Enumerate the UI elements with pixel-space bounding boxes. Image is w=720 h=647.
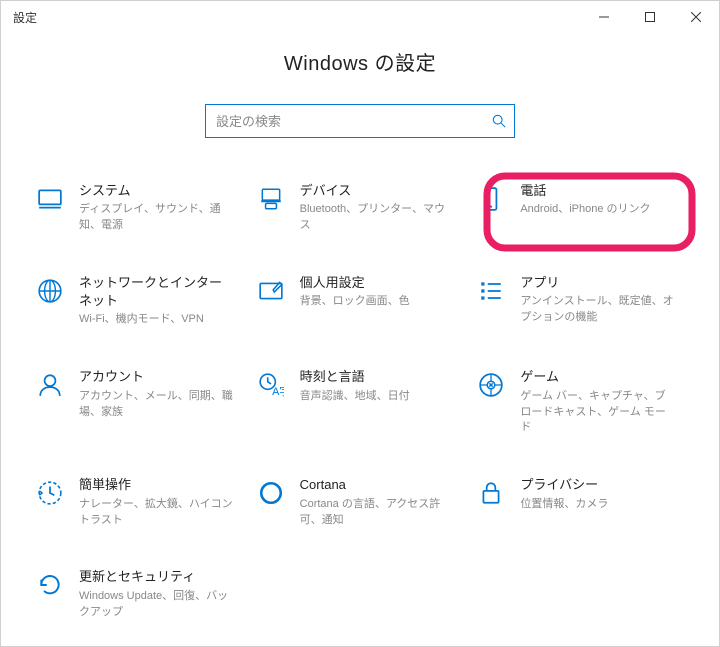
category-desc: 位置情報、カメラ — [520, 497, 608, 513]
category-apps[interactable]: アプリ アンインストール、既定値、オプションの機能 — [468, 262, 689, 340]
close-button[interactable] — [673, 1, 719, 33]
category-title: 電話 — [520, 182, 650, 200]
category-desc: 音声認識、地域、日付 — [300, 389, 410, 405]
category-desc: ゲーム バー、キャプチャ、ブロードキャスト、ゲーム モード — [520, 389, 675, 437]
maximize-icon — [645, 12, 655, 22]
category-title: 個人用設定 — [300, 274, 410, 292]
maximize-button[interactable] — [627, 1, 673, 33]
category-update-security[interactable]: 更新とセキュリティ Windows Update、回復、バックアップ — [27, 556, 248, 632]
category-desc: 背景、ロック画面、色 — [300, 294, 410, 310]
category-title: ゲーム — [520, 368, 675, 386]
category-devices[interactable]: デバイス Bluetooth、プリンター、マウス — [248, 170, 469, 246]
minimize-button[interactable] — [581, 1, 627, 33]
window-title: 設定 — [13, 9, 581, 26]
category-title: プライバシー — [520, 476, 608, 494]
category-title: ネットワークとインターネット — [79, 274, 234, 310]
titlebar-controls — [581, 1, 719, 33]
page-title: Windows の設定 — [1, 47, 719, 76]
category-desc: Bluetooth、プリンター、マウス — [300, 202, 455, 234]
category-gaming[interactable]: ゲーム ゲーム バー、キャプチャ、ブロードキャスト、ゲーム モード — [468, 356, 689, 448]
categories-grid: システム ディスプレイ、サウンド、通知、電源 デバイス Bluetooth、プリ… — [1, 170, 719, 633]
account-icon — [35, 370, 65, 400]
category-desc: Wi-Fi、機内モード、VPN — [79, 312, 234, 328]
category-title: デバイス — [300, 182, 455, 200]
globe-icon — [35, 276, 65, 306]
category-ease-of-access[interactable]: 簡単操作 ナレーター、拡大鏡、ハイコントラスト — [27, 464, 248, 540]
category-cortana[interactable]: Cortana Cortana の言語、アクセス許可、通知 — [248, 464, 469, 540]
category-privacy[interactable]: プライバシー 位置情報、カメラ — [468, 464, 689, 540]
category-accounts[interactable]: アカウント アカウント、メール、同期、職場、家族 — [27, 356, 248, 448]
display-icon — [35, 184, 65, 214]
category-personalization[interactable]: 個人用設定 背景、ロック画面、色 — [248, 262, 469, 340]
phone-icon — [476, 184, 506, 214]
svg-text:A字: A字 — [272, 384, 284, 398]
category-desc: ディスプレイ、サウンド、通知、電源 — [79, 202, 234, 234]
category-title: 簡単操作 — [79, 476, 234, 494]
category-title: アカウント — [79, 368, 234, 386]
category-desc: アカウント、メール、同期、職場、家族 — [79, 389, 234, 421]
update-icon — [35, 570, 65, 600]
apps-icon — [476, 276, 506, 306]
category-network[interactable]: ネットワークとインターネット Wi-Fi、機内モード、VPN — [27, 262, 248, 340]
search-box[interactable] — [205, 104, 515, 138]
category-desc: Windows Update、回復、バックアップ — [79, 589, 234, 621]
personalize-icon — [256, 276, 286, 306]
category-desc: ナレーター、拡大鏡、ハイコントラスト — [79, 497, 234, 529]
category-title: Cortana — [300, 476, 455, 494]
category-system[interactable]: システム ディスプレイ、サウンド、通知、電源 — [27, 170, 248, 246]
category-desc: Cortana の言語、アクセス許可、通知 — [300, 497, 455, 529]
category-desc: Android、iPhone のリンク — [520, 202, 650, 218]
ease-icon — [35, 478, 65, 508]
category-desc: アンインストール、既定値、オプションの機能 — [520, 294, 675, 326]
cortana-icon — [256, 478, 286, 508]
category-title: システム — [79, 182, 234, 200]
minimize-icon — [599, 12, 609, 22]
search-icon — [492, 114, 506, 128]
search-input[interactable] — [216, 114, 492, 129]
devices-icon — [256, 184, 286, 214]
category-time-language[interactable]: A字 時刻と言語 音声認識、地域、日付 — [248, 356, 469, 448]
search-container — [1, 104, 719, 138]
time-icon: A字 — [256, 370, 286, 400]
privacy-icon — [476, 478, 506, 508]
gaming-icon — [476, 370, 506, 400]
category-title: アプリ — [520, 274, 675, 292]
category-title: 時刻と言語 — [300, 368, 410, 386]
titlebar: 設定 — [1, 1, 719, 33]
close-icon — [691, 12, 701, 22]
category-title: 更新とセキュリティ — [79, 568, 234, 586]
category-phone[interactable]: 電話 Android、iPhone のリンク — [468, 170, 689, 246]
